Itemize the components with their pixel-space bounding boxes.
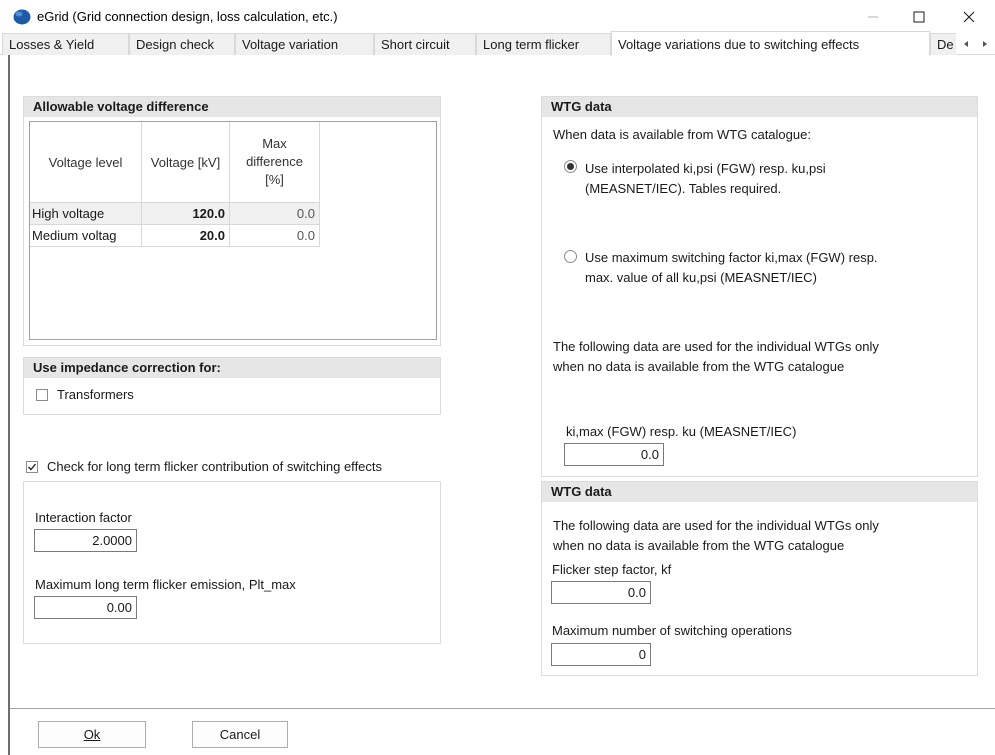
wtg-note-line2: when no data is available from the WTG c… <box>553 359 845 374</box>
table-row-cell-voltage[interactable]: 120.0 <box>142 203 230 225</box>
table-row-cell-level[interactable]: High voltage <box>30 203 142 225</box>
voltage-table[interactable]: Voltage level Voltage [kV] Max differenc… <box>29 121 437 340</box>
tab-voltage-switching[interactable]: Voltage variations due to switching effe… <box>611 31 930 56</box>
globe-icon <box>13 9 31 25</box>
max-ops-input[interactable] <box>551 643 651 666</box>
interaction-factor-input[interactable] <box>34 529 137 552</box>
max-switching-label-line2[interactable]: max. value of all ku,psi (MEASNET/IEC) <box>585 270 817 285</box>
close-button[interactable] <box>946 0 992 33</box>
maximize-button[interactable] <box>896 0 942 33</box>
flicker-settings-group <box>23 481 441 644</box>
col-header-voltage[interactable]: Voltage [kV] <box>142 122 230 203</box>
tab-voltage-variation[interactable]: Voltage variation <box>235 33 374 55</box>
window-left-border <box>8 55 10 755</box>
impedance-correction-group: Use impedance correction for: <box>23 357 441 415</box>
kf-input[interactable] <box>551 581 651 604</box>
close-icon <box>963 11 975 22</box>
transformers-checkbox[interactable] <box>36 389 48 401</box>
wtg2-note-line1: The following data are used for the indi… <box>553 518 879 533</box>
table-row-cell-voltage[interactable]: 20.0 <box>142 225 230 247</box>
maximize-icon <box>913 11 925 22</box>
tab-short-circuit[interactable]: Short circuit <box>374 33 476 55</box>
interaction-factor-label: Interaction factor <box>35 510 132 525</box>
kf-label: Flicker step factor, kf <box>552 562 672 577</box>
interpolated-label-line2[interactable]: (MEASNET/IEC). Tables required. <box>585 181 781 196</box>
transformers-label[interactable]: Transformers <box>57 387 134 402</box>
tab-de[interactable]: De <box>930 33 958 55</box>
tab-long-term-flicker[interactable]: Long term flicker <box>476 33 611 55</box>
window-title: eGrid (Grid connection design, loss calc… <box>37 9 338 24</box>
wtg-data-title-2: WTG data <box>542 482 977 502</box>
ok-label: Ok <box>83 727 101 742</box>
ok-button[interactable]: Ok <box>38 721 146 748</box>
max-switching-label-line1[interactable]: Use maximum switching factor ki,max (FGW… <box>585 250 878 265</box>
cancel-button[interactable]: Cancel <box>192 721 288 748</box>
chevron-right-icon[interactable] <box>981 40 989 48</box>
wtg-data-group: WTG data <box>541 96 978 477</box>
minimize-button[interactable] <box>850 0 896 33</box>
col-header-voltage-level[interactable]: Voltage level <box>30 122 142 203</box>
wtg-data-title: WTG data <box>542 97 977 117</box>
wtg2-note-line2: when no data is available from the WTG c… <box>553 538 845 553</box>
max-switching-radio[interactable] <box>564 250 577 263</box>
tab-scroll-buttons[interactable] <box>956 33 995 54</box>
interpolated-radio[interactable] <box>564 160 577 173</box>
plt-max-input[interactable] <box>34 596 137 619</box>
table-row-cell-max-diff[interactable]: 0.0 <box>230 203 320 225</box>
kimax-input[interactable] <box>564 443 664 466</box>
interpolated-label-line1[interactable]: Use interpolated ki,psi (FGW) resp. ku,p… <box>585 161 826 176</box>
bottom-separator <box>10 708 995 709</box>
voltage-difference-title: Allowable voltage difference <box>24 97 440 117</box>
impedance-correction-title: Use impedance correction for: <box>24 358 440 378</box>
table-row-cell-max-diff[interactable]: 0.0 <box>230 225 320 247</box>
minimize-icon <box>868 16 878 17</box>
checkmark-icon <box>28 463 37 471</box>
max-ops-label: Maximum number of switching operations <box>552 623 792 638</box>
tab-design-check[interactable]: Design check <box>129 33 235 55</box>
flicker-check-label[interactable]: Check for long term flicker contribution… <box>47 459 382 474</box>
wtg-catalogue-intro: When data is available from WTG catalogu… <box>553 127 811 142</box>
table-row-cell-level[interactable]: Medium voltag <box>30 225 142 247</box>
wtg-note-line1: The following data are used for the indi… <box>553 339 879 354</box>
flicker-check-checkbox[interactable] <box>26 461 38 473</box>
tab-losses-yield[interactable]: Losses & Yield <box>2 33 129 55</box>
kimax-label: ki,max (FGW) resp. ku (MEASNET/IEC) <box>566 424 797 439</box>
col-header-max-difference[interactable]: Max difference [%] <box>230 122 320 203</box>
plt-max-label: Maximum long term flicker emission, Plt_… <box>35 577 296 592</box>
chevron-left-icon[interactable] <box>962 40 970 48</box>
